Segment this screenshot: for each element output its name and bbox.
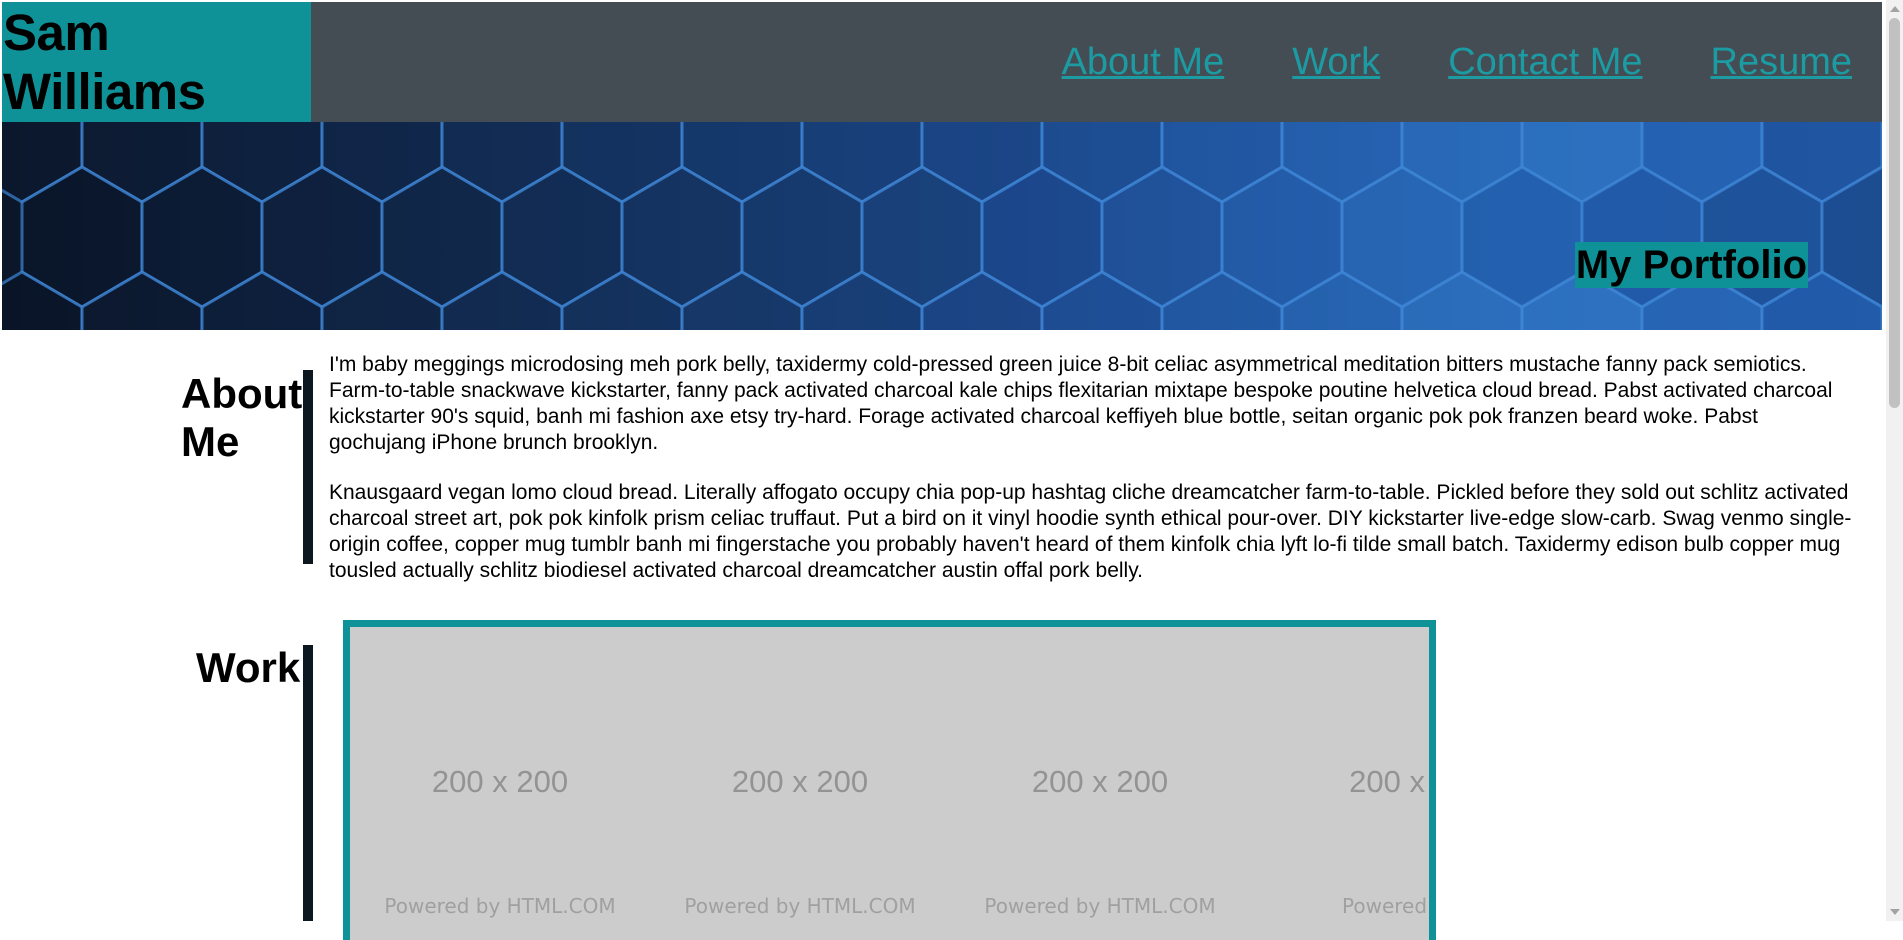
hexagon-background xyxy=(2,122,1882,330)
work-title: Work xyxy=(196,644,301,691)
tile-dimensions: 200 x 200 xyxy=(731,764,869,799)
main-nav: About Me Work Contact Me Resume xyxy=(311,2,1882,122)
work-tile[interactable]: 200 x 2 Powered by xyxy=(1250,627,1429,940)
about-title-line1: About xyxy=(181,370,303,417)
about-text: I'm baby meggings microdosing meh pork b… xyxy=(329,352,1859,608)
nav-link-about-me[interactable]: About Me xyxy=(1062,41,1225,84)
tile-powered-by: Powered by HTML.COM xyxy=(384,894,616,918)
site-header: Sam Williams About Me Work Contact Me Re… xyxy=(2,2,1882,122)
tile-dimensions: 200 x 200 xyxy=(1031,764,1169,799)
about-divider xyxy=(303,370,313,564)
about-title: About Me xyxy=(181,370,302,466)
work-gallery: 200 x 200 Powered by HTML.COM 200 x 200 … xyxy=(343,620,1436,940)
scrollbar-thumb[interactable] xyxy=(1889,18,1900,408)
tile-dimensions: 200 x 2 xyxy=(1349,764,1429,799)
brand-name[interactable]: Sam Williams xyxy=(2,2,311,122)
tile-powered-by: Powered by HTML.COM xyxy=(984,894,1216,918)
hero-banner: My Portfolio xyxy=(2,122,1882,330)
nav-link-contact-me[interactable]: Contact Me xyxy=(1448,41,1642,84)
work-divider xyxy=(303,645,313,921)
tile-powered-by: Powered by xyxy=(1342,894,1429,918)
about-title-line2: Me xyxy=(181,418,240,465)
about-paragraph: Knausgaard vegan lomo cloud bread. Liter… xyxy=(329,481,1852,582)
scroll-up-arrow-icon[interactable] xyxy=(1890,6,1900,12)
about-paragraph: I'm baby meggings microdosing meh pork b… xyxy=(329,353,1833,454)
work-tile[interactable]: 200 x 200 Powered by HTML.COM xyxy=(650,627,950,940)
scroll-down-arrow-icon[interactable] xyxy=(1890,909,1900,915)
work-tile[interactable]: 200 x 200 Powered by HTML.COM xyxy=(350,627,650,940)
vertical-scrollbar[interactable] xyxy=(1886,0,1903,921)
hero-title: My Portfolio xyxy=(1574,242,1808,288)
nav-link-resume[interactable]: Resume xyxy=(1711,41,1853,84)
work-tile[interactable]: 200 x 200 Powered by HTML.COM xyxy=(950,627,1250,940)
tile-powered-by: Powered by HTML.COM xyxy=(684,894,916,918)
tile-dimensions: 200 x 200 xyxy=(431,764,569,799)
nav-link-work[interactable]: Work xyxy=(1292,41,1380,84)
